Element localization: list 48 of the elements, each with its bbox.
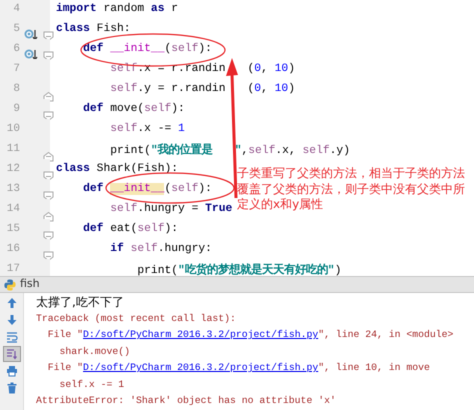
line-number: 15: [6, 223, 20, 235]
file-link[interactable]: D:/soft/PyCharm 2016.3.2/project/fish.py: [83, 362, 318, 373]
console-text: ", line 24, in <module>: [318, 329, 454, 340]
console-line: shark.move(): [58, 344, 132, 358]
file-link[interactable]: D:/soft/PyCharm 2016.3.2/project/fish.py: [83, 329, 318, 340]
console-line: AttributeError: 'Shark' object has no attribute 'x': [36, 394, 337, 408]
code-line: def eat(self):: [82, 223, 178, 235]
scroll-to-end-button[interactable]: [2, 346, 20, 362]
code-line: self.x -= 1: [109, 123, 185, 135]
code-line: print("吃货的梦想就是天天有好吃的"): [136, 262, 342, 276]
line-number: 10: [6, 123, 20, 135]
line-number: 5: [12, 23, 20, 35]
line-number: 16: [6, 243, 20, 255]
annotation-note: 子类重写了父类的方法，相当于子类的方法覆盖了父类的方法，则子类中没有父类中所定义的x和y属性: [237, 166, 465, 212]
line-number: 6: [12, 43, 20, 55]
console-text: File ": [46, 362, 84, 373]
code-line: self.y = r.randin (0, 10): [109, 83, 295, 95]
console-text: File ": [46, 329, 84, 340]
line-number: 4: [12, 3, 20, 15]
line-number: 13: [6, 183, 20, 195]
line-number: 14: [6, 203, 20, 215]
line-number: 8: [12, 83, 20, 95]
code-line: if self.hungry:: [109, 243, 212, 255]
line-number: 9: [12, 103, 20, 115]
code-line: def move(self):: [82, 103, 185, 115]
python-icon: [4, 278, 16, 290]
code-line: class Fish:: [55, 23, 131, 35]
code-line: class Shark(Fish):: [55, 163, 178, 175]
code-line: import random as r: [55, 3, 178, 15]
line-number: 17: [6, 263, 20, 275]
code-line: print("我的位置是 ",self.x, self.y): [109, 142, 350, 156]
code-line: def __init__(self):: [82, 43, 212, 55]
printer-icon: [6, 365, 18, 377]
console-line: Traceback (most recent call last):: [36, 312, 237, 326]
console-line: 太撑了,吃不下了: [36, 294, 125, 310]
console-text: ", line 10, in move: [318, 362, 430, 373]
line-number: 11: [6, 143, 20, 155]
soft-wrap-icon: [6, 331, 18, 343]
trash-icon: [6, 382, 18, 394]
up-arrow-icon: [6, 297, 18, 309]
scroll-to-end-icon: [6, 348, 18, 360]
line-number: 12: [6, 163, 20, 175]
line-number: 7: [12, 63, 20, 75]
down-arrow-icon: [6, 314, 18, 326]
console-line: self.x -= 1: [58, 378, 126, 392]
code-line: self.hungry = True: [109, 203, 232, 215]
run-tab-label[interactable]: fish: [20, 276, 40, 293]
code-line: def __init__(self):: [82, 183, 212, 195]
